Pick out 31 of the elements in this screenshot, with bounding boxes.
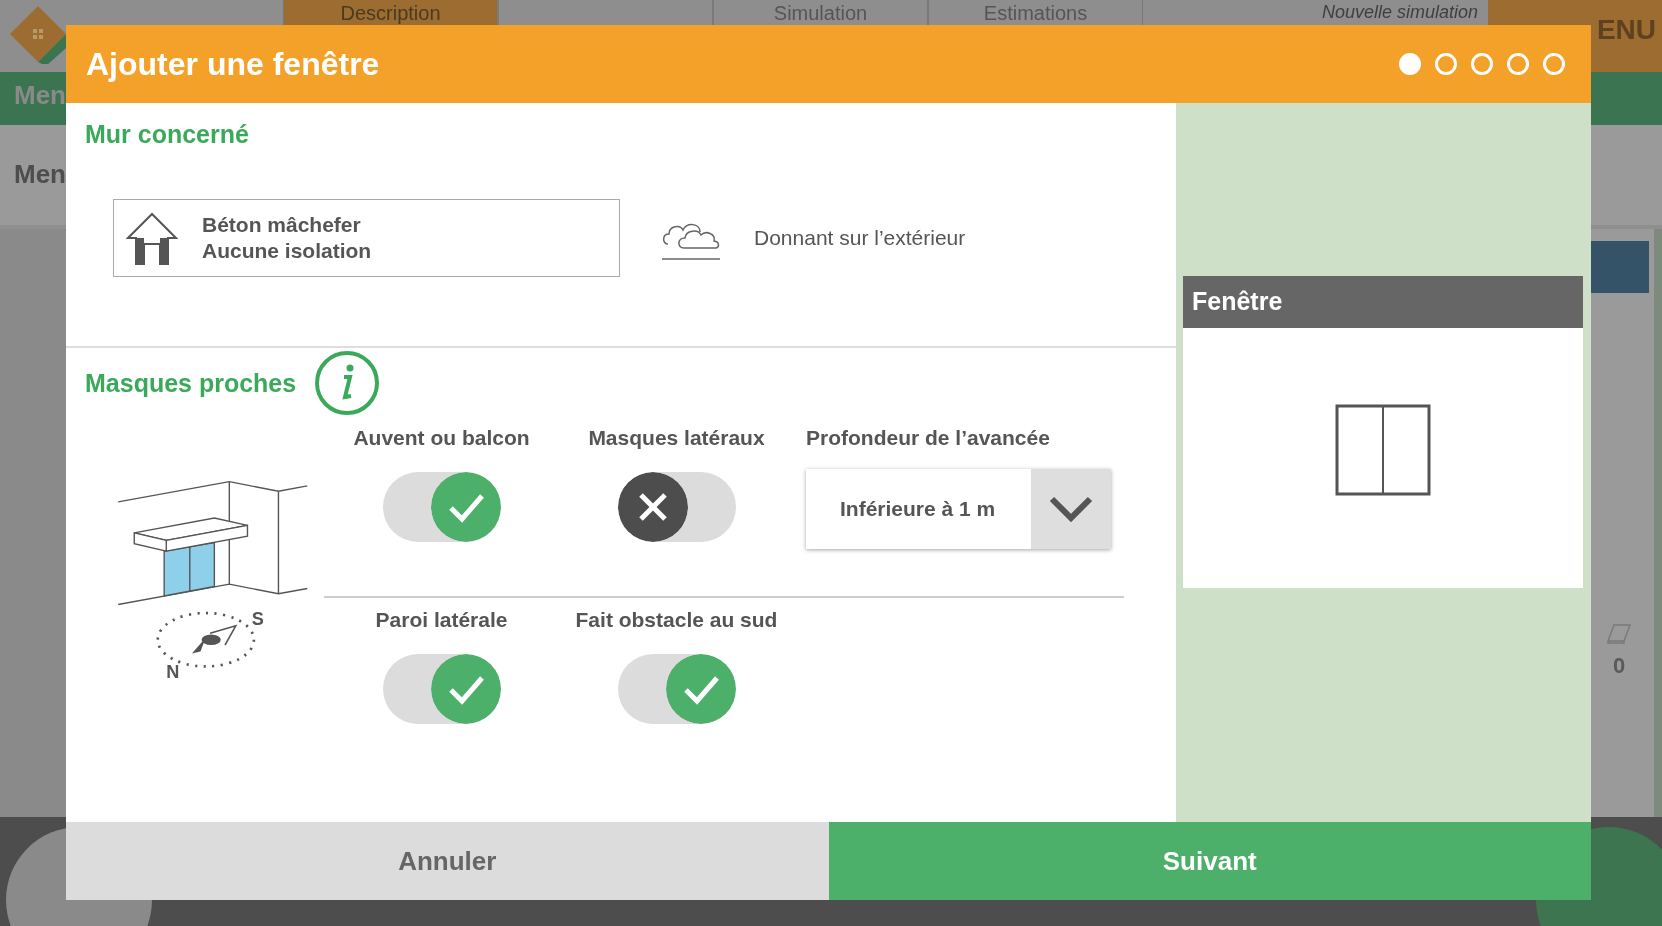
wall-type-text: Aucune isolation xyxy=(202,238,372,264)
toggle-label: Fait obstacle au sud xyxy=(575,608,778,632)
close-icon xyxy=(617,472,688,542)
canopy-compass-drawing: S N xyxy=(99,456,334,691)
info-icon[interactable] xyxy=(314,350,381,416)
check-icon xyxy=(665,654,736,724)
logo-icon[interactable] xyxy=(8,4,68,64)
toggle-label: Paroi latérale xyxy=(375,608,508,632)
check-icon xyxy=(430,472,501,542)
chevron-down-icon xyxy=(1049,496,1093,522)
check-icon xyxy=(430,654,501,724)
dialog-title: Ajouter une fenêtre xyxy=(86,45,380,83)
counter: 0 xyxy=(1612,653,1626,679)
section-title: Mur concerné xyxy=(85,120,249,148)
simulation-name: Nouvelle simulation xyxy=(1321,2,1478,22)
subheader-label: Men xyxy=(14,159,66,189)
section-title: Masques proches xyxy=(85,368,297,398)
eraser-icon[interactable] xyxy=(1606,623,1632,645)
side-panel xyxy=(1589,241,1649,293)
preview-title: Fenêtre xyxy=(1192,287,1283,315)
toggle-label: Masques latéraux xyxy=(588,426,765,450)
section-label: Men xyxy=(14,80,66,110)
dropdown-label: Profondeur de l’avancée xyxy=(806,426,1050,450)
exposure-text: Donnant sur l’extérieur xyxy=(754,226,966,250)
house-icon xyxy=(124,210,180,266)
depth-dropdown[interactable]: Inférieure à 1 m xyxy=(806,469,1111,549)
toggle-label: Auvent ou balcon xyxy=(353,426,530,450)
wall-card[interactable]: Béton mâchefer Aucune isolation xyxy=(113,199,620,277)
wall-type-text: Béton mâchefer xyxy=(202,212,362,238)
cancel-button[interactable]: Annuler xyxy=(66,822,829,900)
window-icon xyxy=(1335,404,1431,496)
